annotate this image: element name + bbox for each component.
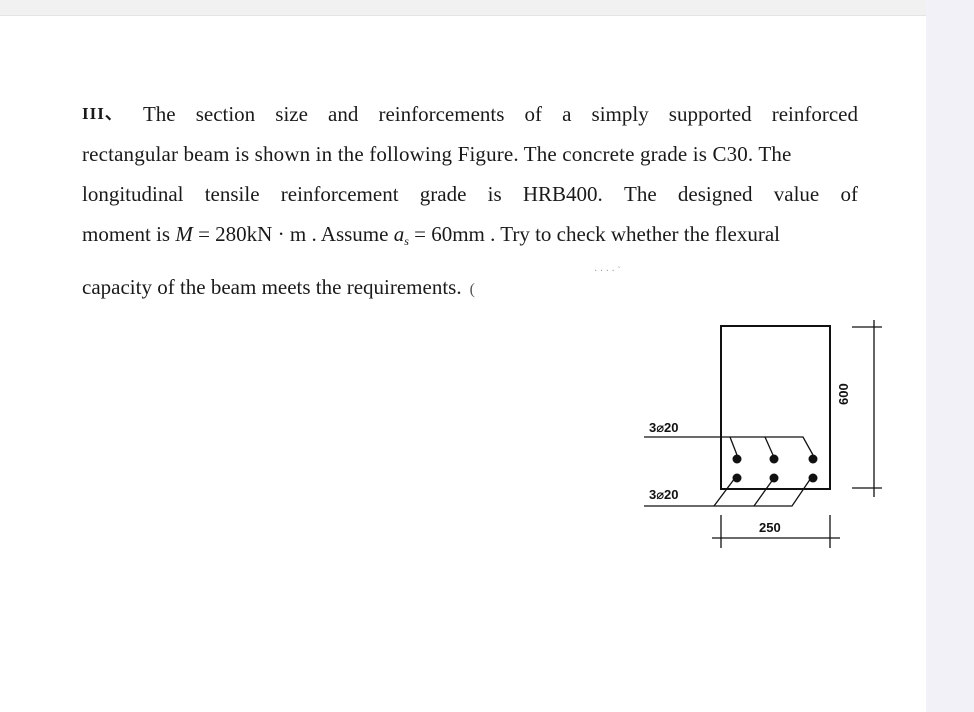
bottom-leader-tick-2: [753, 477, 775, 507]
right-scroll-strip: [926, 0, 974, 712]
rebar: [732, 473, 742, 483]
as-symbol: a: [393, 222, 405, 246]
height-dimension-label: 600: [836, 383, 851, 405]
top-leader-tick-2: [764, 436, 774, 456]
top-leader-tick-1: [729, 436, 738, 456]
line4-mid: . Assume: [306, 222, 394, 246]
word: simply: [591, 102, 649, 126]
line5-text: capacity of the beam meets the requireme…: [82, 275, 462, 299]
word: reinforcements: [378, 102, 505, 126]
word: reinforced: [771, 102, 858, 126]
problem-number: III、: [82, 104, 123, 123]
problem-line-4: moment is M = 280kN · m . Assume as = 60…: [82, 214, 858, 261]
rebar: [769, 473, 779, 483]
word: of: [524, 102, 543, 126]
top-band: [0, 0, 926, 16]
section-outline: [720, 325, 831, 490]
rebar: [808, 454, 818, 464]
rebar: [769, 454, 779, 464]
word: section: [195, 102, 256, 126]
word: supported: [668, 102, 752, 126]
faint-mark: · · · · `: [594, 266, 621, 277]
word: value: [773, 182, 820, 206]
word: tensile: [204, 182, 260, 206]
word: designed: [677, 182, 753, 206]
word: a: [562, 102, 572, 126]
line4-post: . Try to check whether the flexural: [484, 222, 780, 246]
width-dimension-label: 250: [759, 520, 781, 535]
beam-section-figure: 3⌀20 3⌀20 250 600: [630, 310, 900, 560]
moment-symbol: M: [175, 222, 193, 246]
problem-line-1: III、 The section size and reinforcements of a si…: [82, 94, 858, 134]
rebar-group: [732, 454, 818, 483]
bottom-leader-tick-1: [713, 477, 736, 507]
moment-value: = 280kN · m: [192, 222, 307, 246]
top-rebar-leader: [644, 436, 814, 456]
word: of: [840, 182, 858, 206]
word: HRB400.: [522, 182, 603, 206]
line4-pre: moment is: [82, 222, 176, 246]
problem-line-3: longitudinal tensile reinforcement grade is H…: [82, 174, 858, 214]
rebar: [732, 454, 742, 464]
bottom-rebar-label: 3⌀20: [649, 487, 679, 502]
word: reinforcement: [280, 182, 399, 206]
word: The: [142, 102, 176, 126]
problem-line-5: capacity of the beam meets the requireme…: [82, 267, 858, 310]
word: The: [624, 182, 657, 206]
problem-statement: III、 The section size and reinforcements of a si…: [82, 94, 858, 310]
word: size: [275, 102, 308, 126]
top-rebar-label: 3⌀20: [649, 420, 679, 435]
word: is: [487, 182, 502, 206]
trailing-paren: (: [469, 281, 475, 298]
word: and: [328, 102, 359, 126]
word: longitudinal: [82, 182, 184, 206]
rebar: [808, 473, 818, 483]
problem-line-2: rectangular beam is shown in the followi…: [82, 142, 792, 166]
as-value: = 60mm: [408, 222, 485, 246]
word: grade: [419, 182, 467, 206]
